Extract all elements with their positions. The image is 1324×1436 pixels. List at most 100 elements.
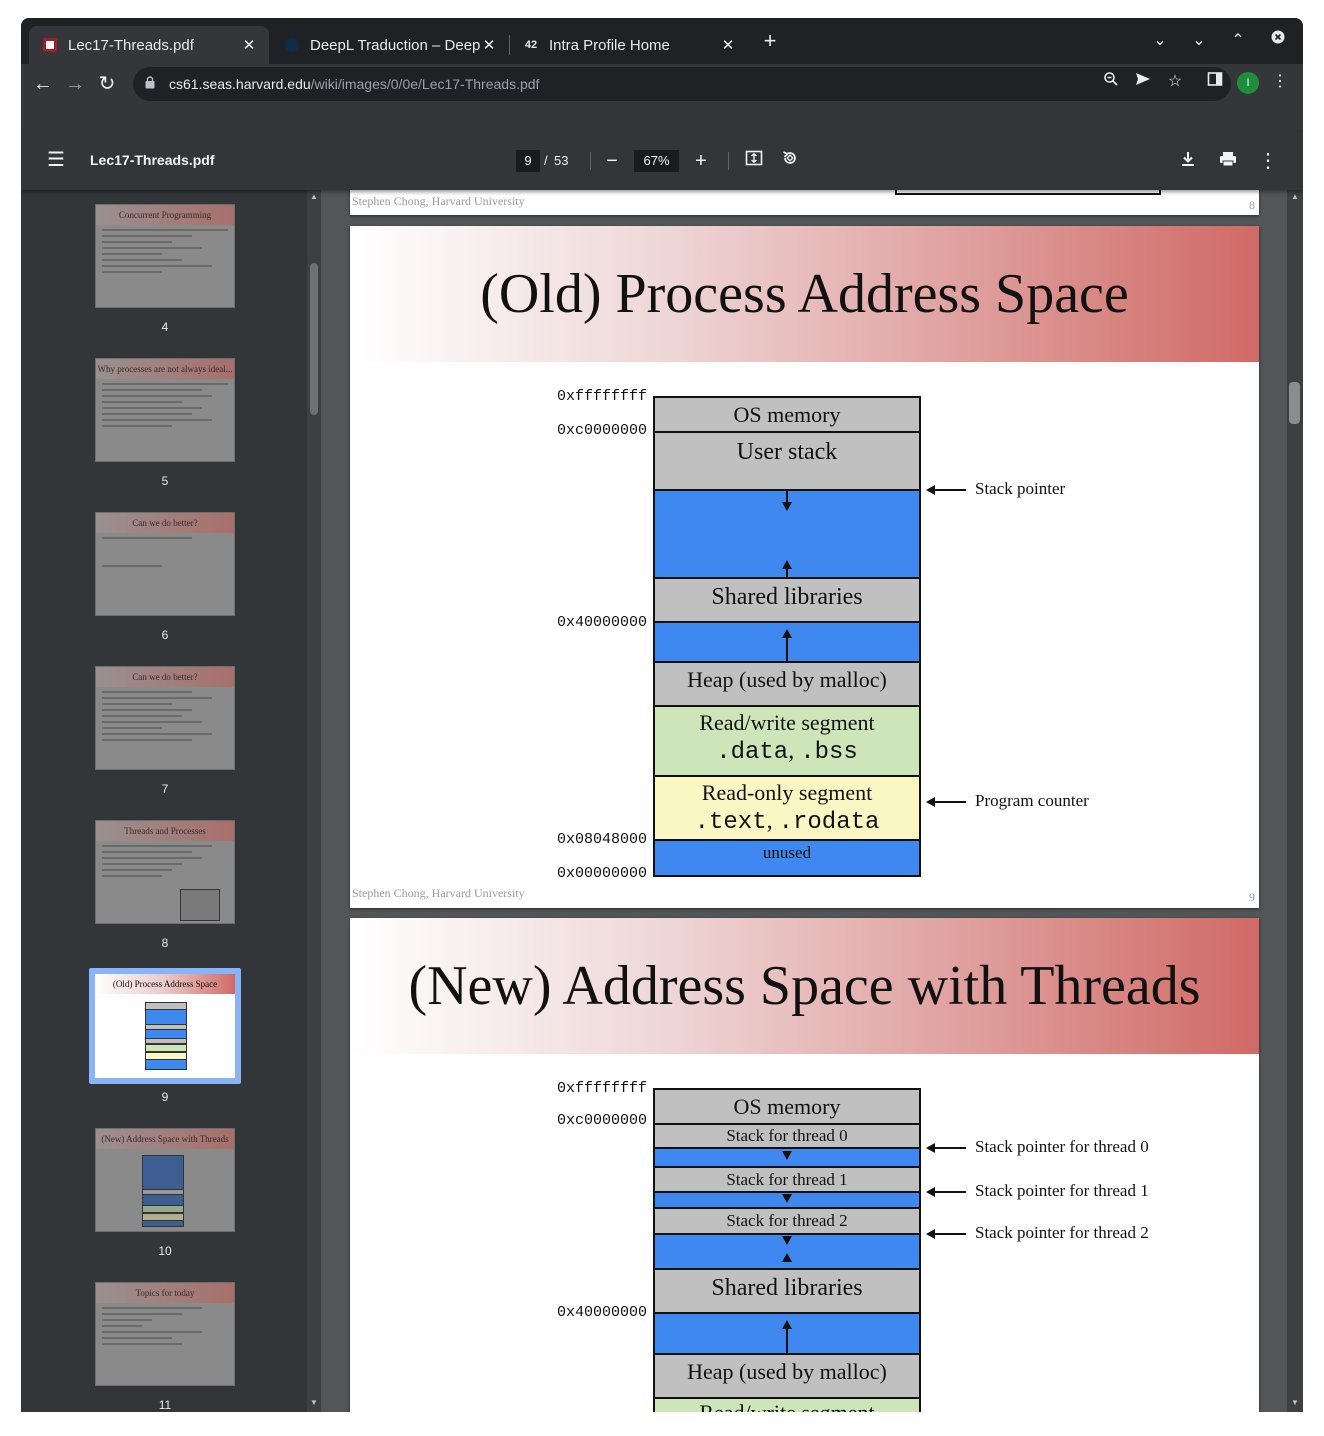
browser-menu-icon[interactable]: ⋮ <box>1269 71 1291 93</box>
page-footer-number: 8 <box>1249 198 1255 212</box>
thumbnail-page-9[interactable]: (Old) Process Address Space <box>95 974 235 1078</box>
thumbnail-page-7[interactable]: Can we do better? <box>95 666 235 770</box>
close-window-icon[interactable] <box>1267 30 1289 49</box>
tab-intra[interactable]: 42 Intra Profile Home ✕ <box>510 26 748 64</box>
download-icon[interactable] <box>1175 148 1201 174</box>
tab-lec17[interactable]: Lec17-Threads.pdf ✕ <box>29 26 269 64</box>
thumbnail-page-4[interactable]: Concurrent Programming <box>95 204 235 308</box>
heap-grows-up-arrow <box>786 637 788 662</box>
pdf-page-10: (New) Address Space with Threads 0xfffff… <box>350 918 1259 1412</box>
print-icon[interactable] <box>1215 148 1241 174</box>
address-bar[interactable]: cs61.seas.harvard.edu/wiki/images/0/0e/L… <box>133 67 1231 101</box>
rotate-icon[interactable] <box>777 148 803 174</box>
segment-separator: , <box>788 738 801 764</box>
zoom-input[interactable]: 67% <box>634 150 679 172</box>
address-label: 0x08048000 <box>556 831 647 848</box>
slide-title: (New) Address Space with Threads <box>408 955 1201 1017</box>
segment-label: OS memory <box>733 1094 841 1119</box>
page-footer-author: Stephen Chong, Harvard University <box>352 194 525 208</box>
thumbnail-page-11[interactable]: Topics for today <box>95 1282 235 1386</box>
thumbnail-number: 6 <box>161 628 169 642</box>
profile-avatar[interactable]: I <box>1237 72 1259 94</box>
forward-arrow-icon[interactable]: → <box>61 70 89 98</box>
thumbnail-title: Why processes are not always ideal... <box>96 359 234 379</box>
segment-label: Stack for thread 2 <box>726 1211 848 1230</box>
pdf-viewport[interactable]: Stephen Chong, Harvard University 8 (Old… <box>321 190 1287 1412</box>
deepl-icon <box>283 36 301 54</box>
segment-os-memory: OS memory <box>653 1088 921 1125</box>
scroll-down-arrow-icon[interactable]: ▼ <box>307 1398 321 1407</box>
pdf-page-8: Stephen Chong, Harvard University 8 <box>350 190 1259 215</box>
segment-read-write: Read/write segment <box>653 1397 921 1412</box>
send-icon[interactable] <box>1132 71 1154 93</box>
pdf-scrollbar[interactable]: ▲ ▼ <box>1287 190 1303 1412</box>
arrowhead-down-icon <box>782 502 792 511</box>
thumbnail-page-5[interactable]: Why processes are not always ideal... <box>95 358 235 462</box>
more-options-icon[interactable]: ⋮ <box>1255 148 1281 174</box>
tab-title: Lec17-Threads.pdf <box>68 36 194 54</box>
scroll-up-arrow-icon[interactable]: ▲ <box>307 192 321 201</box>
address-label: 0xffffffff <box>556 1080 647 1097</box>
program-counter-label: Program counter <box>975 791 1089 810</box>
pdf-scroll-thumb[interactable] <box>1289 382 1300 424</box>
pointer-arrow-line <box>934 1191 966 1193</box>
tab-deepl[interactable]: DeepL Traduction – DeepL ✕ <box>271 26 509 64</box>
segment-separator: , <box>766 808 779 834</box>
tab-search-chevron-icon[interactable]: ⌄ <box>1149 30 1171 50</box>
thumbnail-title: Can we do better? <box>96 513 234 533</box>
scroll-up-arrow-icon[interactable]: ▲ <box>1288 192 1302 201</box>
zoom-out-icon[interactable]: − <box>599 148 625 174</box>
reload-icon[interactable]: ↻ <box>93 70 121 98</box>
segment-read-write: Read/write segment .data, .bss <box>653 705 921 777</box>
toolbar-divider <box>728 152 729 170</box>
segment-read-only: Read-only segment .text, .rodata <box>653 775 921 841</box>
thumbnail-title: Concurrent Programming <box>96 205 234 225</box>
diagram-box-fragment <box>895 190 1161 195</box>
segment-unused: unused <box>653 839 921 877</box>
heap-grows-up-arrow <box>786 1328 788 1354</box>
address-label: 0x40000000 <box>556 614 647 631</box>
zoom-in-icon[interactable]: + <box>688 148 714 174</box>
toolbar-divider <box>590 152 591 170</box>
arrowhead-down-icon <box>782 1236 792 1245</box>
new-tab-icon[interactable]: + <box>759 30 781 52</box>
page-number-input[interactable]: 9 <box>516 150 540 172</box>
segment-os-memory: OS memory <box>653 396 921 433</box>
segment-label: Heap (used by malloc) <box>687 1359 887 1384</box>
side-panel-icon[interactable] <box>1204 71 1226 93</box>
thumbnail-number: 4 <box>161 320 169 334</box>
back-arrow-icon[interactable]: ← <box>29 70 57 98</box>
thumbnail-page-10[interactable]: (New) Address Space with Threads <box>95 1128 235 1232</box>
page-footer-author: Stephen Chong, Harvard University <box>352 886 525 900</box>
maximize-icon[interactable]: ⌃ <box>1227 30 1249 50</box>
minimize-icon[interactable]: ⌄ <box>1188 30 1210 50</box>
segment-stack-thread-1: Stack for thread 1 <box>653 1166 921 1193</box>
segment-code-label: .text <box>694 809 767 836</box>
segment-label: Read-only segment <box>701 780 873 805</box>
close-tab-icon[interactable]: ✕ <box>720 36 736 54</box>
bookmark-star-icon[interactable]: ☆ <box>1164 71 1186 93</box>
segment-code-label: .data <box>716 739 789 766</box>
stack-pointer-thread-1-label: Stack pointer for thread 1 <box>975 1181 1149 1200</box>
segment-shared-libraries: Shared libraries <box>653 1268 921 1314</box>
page-total: 53 <box>554 153 569 168</box>
thumbnail-title: Topics for today <box>96 1283 234 1303</box>
page-footer-number: 9 <box>1249 890 1255 904</box>
thumbnail-title: Can we do better? <box>96 667 234 687</box>
fit-page-icon[interactable] <box>741 148 767 174</box>
tab-title: Intra Profile Home <box>549 36 670 54</box>
sidebar-scroll-thumb[interactable] <box>310 263 318 415</box>
sidebar-menu-icon[interactable]: ☰ <box>45 149 67 171</box>
zoom-search-icon[interactable] <box>1100 71 1122 93</box>
thumbnail-page-6[interactable]: Can we do better? <box>95 512 235 616</box>
arrowhead-down-icon <box>782 1151 792 1160</box>
scroll-down-arrow-icon[interactable]: ▼ <box>1288 1398 1302 1407</box>
close-tab-icon[interactable]: ✕ <box>241 36 257 54</box>
segment-label: unused <box>762 843 812 862</box>
stack-pointer-thread-0-label: Stack pointer for thread 0 <box>975 1137 1149 1156</box>
segment-label: OS memory <box>733 402 841 427</box>
segment-stack-thread-0: Stack for thread 0 <box>653 1123 921 1149</box>
thumbnail-page-8[interactable]: Threads and Processes <box>95 820 235 924</box>
close-tab-icon[interactable]: ✕ <box>481 36 497 54</box>
thumbnail-title: Threads and Processes <box>96 821 234 841</box>
